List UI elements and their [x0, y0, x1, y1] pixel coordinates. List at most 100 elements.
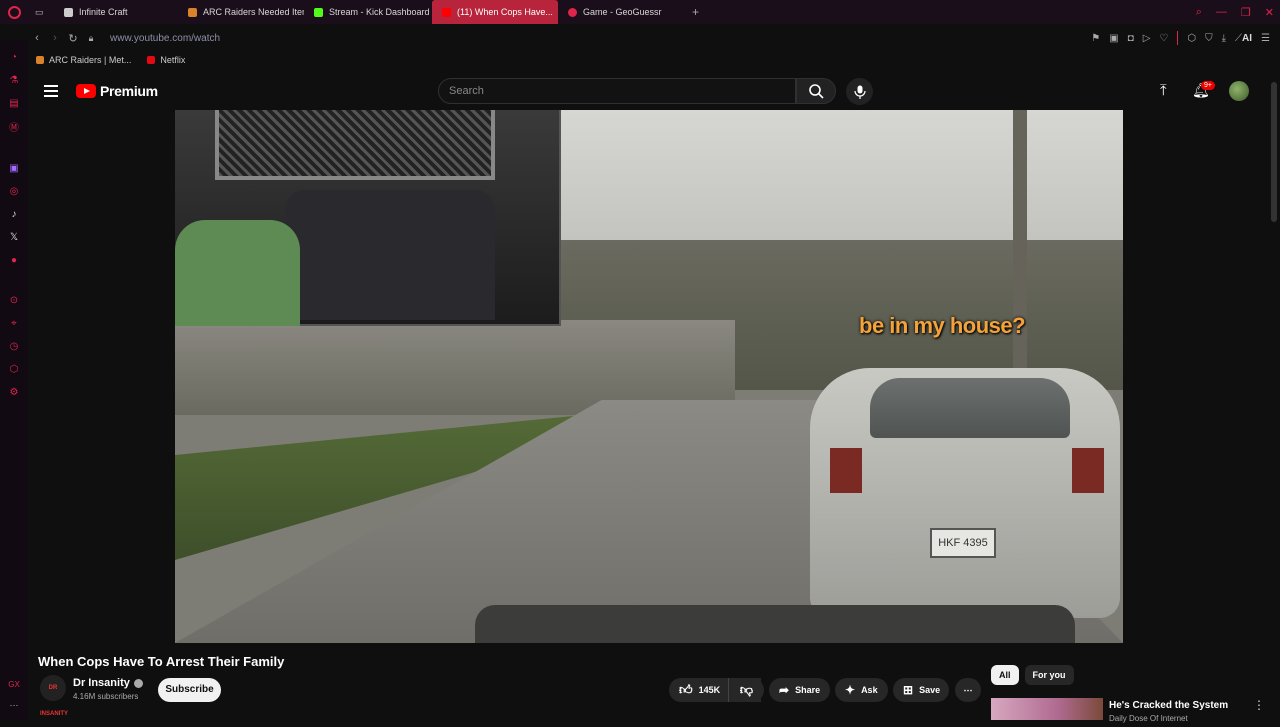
- url-field[interactable]: www.youtube.com/watch: [110, 33, 220, 44]
- save-playlist-icon: ⊞: [903, 683, 914, 697]
- easy-setup-icon[interactable]: ☰: [1261, 33, 1270, 44]
- backseat-camera-inset: [175, 110, 561, 326]
- x-icon[interactable]: 𝕏: [7, 230, 21, 244]
- download-icon[interactable]: ⤓: [1222, 33, 1226, 44]
- pocket-icon[interactable]: ◘: [1128, 33, 1134, 44]
- gx-control-icon[interactable]: ⚗: [7, 73, 21, 87]
- avatar[interactable]: [1229, 81, 1249, 101]
- bookmark-arc-raiders[interactable]: ARC Raiders | Met...: [36, 55, 131, 65]
- subscriber-count: 4.16M subscribers: [73, 692, 139, 701]
- cage-partition: [215, 110, 495, 180]
- minimize-icon[interactable]: —: [1216, 6, 1227, 18]
- car-taillight-right: [1072, 448, 1104, 493]
- vpn-icon[interactable]: ⛉: [1205, 33, 1213, 44]
- player-icon[interactable]: ⊙: [7, 293, 21, 307]
- menu-icon[interactable]: [44, 85, 58, 97]
- gx-cleaner-icon[interactable]: ▤: [7, 96, 21, 110]
- license-plate: HKF 4395: [930, 528, 996, 558]
- upload-icon[interactable]: ⤒: [1160, 82, 1167, 99]
- save-button[interactable]: ⊞ Save: [893, 678, 949, 702]
- twitch-icon[interactable]: ▣: [7, 161, 21, 175]
- heart-icon[interactable]: ♡: [1159, 33, 1168, 44]
- ai-icon: ⟋: [1235, 32, 1243, 44]
- recommended-title[interactable]: He's Cracked the System: [1109, 700, 1228, 711]
- arc-raiders-icon: [36, 56, 44, 64]
- microphone-icon: [853, 85, 866, 99]
- tab-geoguessr[interactable]: Game - GeoGuessr: [558, 0, 682, 24]
- settings-icon[interactable]: ⚙: [7, 385, 21, 399]
- youtube-page: Premium Search ⤒ 🔔︎ 9+ HKF 4395 be in my…: [28, 72, 1280, 723]
- more-icon: ⋯: [963, 684, 973, 695]
- restore-icon[interactable]: ❐: [1241, 6, 1251, 19]
- youtube-play-icon: [76, 84, 96, 98]
- search-tabs-icon[interactable]: ⌕: [1196, 6, 1202, 19]
- forward-icon[interactable]: ›: [46, 32, 64, 44]
- tab-arc-raiders[interactable]: ARC Raiders Needed Item...: [178, 0, 304, 24]
- netflix-icon: [147, 56, 156, 64]
- reload-icon[interactable]: ↻: [64, 32, 82, 45]
- chip-for-you[interactable]: For you: [1024, 665, 1074, 685]
- speed-dial-icon[interactable]: ◔: [7, 50, 21, 64]
- tab-kick-dashboard[interactable]: Stream - Kick Dashboard: [304, 0, 432, 24]
- infinity-icon: [64, 7, 73, 17]
- address-bar-row: ‹ › ↻ 🔒︎ www.youtube.com/watch ⚑ ▣ ◘ ▷ ♡…: [28, 26, 1280, 50]
- kick-icon: [314, 7, 323, 17]
- video-dashboard: [475, 605, 1075, 643]
- sparkle-icon: ✦: [845, 683, 856, 697]
- sidebar-more-icon[interactable]: ⋯: [0, 700, 28, 711]
- arc-raiders-icon: [188, 7, 197, 17]
- music-icon[interactable]: ●: [7, 253, 21, 267]
- browser-tab-bar: ▭ Infinite Craft ARC Raiders Needed Item…: [0, 0, 1280, 24]
- recommendation-chips: All For you: [991, 665, 1074, 685]
- pin-icon[interactable]: ⌖: [7, 316, 21, 330]
- scrollbar[interactable]: [1271, 82, 1277, 222]
- search-input[interactable]: Search: [438, 78, 796, 104]
- youtube-premium-logo[interactable]: Premium: [76, 83, 158, 99]
- bookmark-netflix[interactable]: Netflix: [147, 55, 185, 65]
- voice-search-button[interactable]: [846, 78, 873, 105]
- back-icon[interactable]: ‹: [28, 32, 46, 44]
- opera-gx-logo-icon[interactable]: [0, 0, 28, 24]
- channel-name[interactable]: Dr Insanity: [73, 677, 143, 689]
- recommended-video[interactable]: He's Cracked the System Daily Dose Of In…: [991, 698, 1265, 723]
- tab-youtube-active[interactable]: (11) When Cops Have...: [432, 0, 558, 24]
- tiktok-icon[interactable]: ♪: [7, 207, 21, 221]
- car-rear-window: [870, 378, 1070, 438]
- video-player[interactable]: HKF 4395 be in my house?: [175, 110, 1123, 643]
- tab-infinite-craft[interactable]: Infinite Craft: [54, 0, 178, 24]
- channel-avatar[interactable]: DR INSANITY: [40, 675, 68, 717]
- youtube-header: Premium Search ⤒ 🔔︎ 9+: [28, 72, 1280, 110]
- gx-mods-icon[interactable]: Ⓜ: [7, 119, 21, 134]
- car-taillight-left: [830, 448, 862, 493]
- gx-label: GX: [8, 680, 20, 689]
- history-icon[interactable]: ◷: [7, 339, 21, 353]
- recommended-menu-icon[interactable]: ⋮: [1253, 698, 1265, 712]
- video-caption: be in my house?: [859, 313, 1026, 338]
- notification-count-badge: 9+: [1201, 81, 1215, 90]
- search-icon: [809, 84, 824, 99]
- search-button[interactable]: [796, 78, 836, 104]
- instagram-icon[interactable]: ◎: [7, 184, 21, 198]
- close-icon[interactable]: ✕: [1265, 6, 1274, 19]
- divider: [1177, 31, 1179, 45]
- chip-all[interactable]: All: [991, 665, 1019, 685]
- tab-overview-icon[interactable]: ▭: [28, 0, 54, 24]
- subscribe-button[interactable]: Subscribe: [158, 678, 221, 702]
- geoguessr-pin-icon: [568, 7, 577, 17]
- snapshot-icon[interactable]: ▣: [1109, 33, 1118, 44]
- bookmark-icon[interactable]: ⚑: [1091, 33, 1100, 44]
- extensions-icon[interactable]: ⬡: [7, 362, 21, 376]
- more-actions-button[interactable]: ⋯: [955, 678, 981, 702]
- video-title: When Cops Have To Arrest Their Family: [38, 654, 285, 669]
- ask-button[interactable]: ✦ Ask: [835, 678, 888, 702]
- officer-figure: [175, 220, 300, 326]
- new-tab-button[interactable]: +: [682, 0, 709, 24]
- extensions-icon[interactable]: ⬡: [1187, 33, 1196, 44]
- player-icon[interactable]: ▷: [1143, 33, 1151, 44]
- thumbs-down-icon: 👎︎: [739, 682, 754, 697]
- recommended-thumbnail[interactable]: [991, 698, 1103, 720]
- aria-ai-button[interactable]: ⟋AI: [1235, 33, 1252, 44]
- share-button[interactable]: ➦ Share: [769, 678, 830, 702]
- dislike-button[interactable]: 👎︎: [728, 678, 764, 702]
